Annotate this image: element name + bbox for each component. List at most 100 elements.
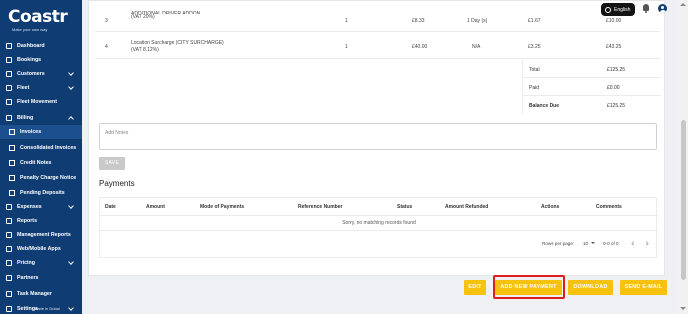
edit-button[interactable]: EDIT	[464, 280, 486, 295]
rows-per-page-select[interactable]: 10	[583, 241, 588, 246]
bell-icon[interactable]	[642, 4, 650, 13]
dashboard-icon	[5, 43, 12, 50]
invoices-icon	[8, 129, 15, 136]
sidebar-item-label: Fleet	[17, 85, 30, 91]
sidebar-item-pending-deposits[interactable]: Pending Deposits	[0, 186, 82, 200]
pricing-icon	[5, 260, 12, 267]
sidebar: Coastr Make your own way Dashboard Booki…	[0, 0, 82, 314]
task-manager-icon	[5, 291, 12, 298]
bookings-icon	[5, 57, 12, 64]
sidebar-item-partners[interactable]: Partners	[0, 271, 82, 285]
sidebar-item-web-mobile-apps[interactable]: Web/Mobile Apps	[0, 242, 82, 256]
divider	[100, 230, 658, 231]
line-desc-title: Location Surcharge (CITY SURCHARGE)	[131, 40, 224, 46]
sidebar-item-reports[interactable]: Reports	[0, 214, 82, 228]
sidebar-item-label: Billing	[17, 115, 34, 121]
column-header[interactable]: Amount	[146, 204, 165, 210]
sidebar-item-dashboard[interactable]: Dashboard	[0, 39, 82, 53]
sidebar-item-label: Expenses	[17, 204, 42, 210]
sidebar-item-label: Consolidated Invoices	[20, 145, 77, 151]
language-selector[interactable]: English	[601, 3, 635, 16]
fleet-movement-icon	[5, 99, 12, 106]
pagination-range: 0-0 of 0	[603, 241, 619, 246]
column-header[interactable]: Date	[105, 204, 116, 210]
total-row: Total £125.25	[523, 60, 661, 78]
sidebar-item-fleet-movement[interactable]: Fleet Movement	[0, 95, 82, 109]
notes-input[interactable]: Add Notes	[99, 123, 657, 150]
sidebar-item-task-manager[interactable]: Task Manager	[0, 287, 82, 301]
line-tax: £3.25	[528, 44, 541, 50]
brand-tagline: Make your own way	[12, 27, 48, 32]
line-duration: N/A	[472, 44, 481, 50]
line-qty: 1	[345, 44, 348, 50]
save-button[interactable]: SAVE	[99, 157, 125, 170]
balance-due-value: £125.25	[607, 103, 626, 109]
column-header[interactable]: Comments	[596, 204, 622, 210]
download-button[interactable]: DOWNLOAD	[568, 280, 613, 295]
sidebar-item-fleet[interactable]: Fleet	[0, 81, 82, 95]
caret-down-icon[interactable]	[591, 242, 595, 244]
brand-logo[interactable]: Coastr Make your own way	[8, 9, 68, 33]
user-avatar-icon[interactable]	[658, 4, 667, 13]
line-no: 3	[105, 18, 108, 24]
credit-notes-icon	[8, 160, 15, 167]
sidebar-item-customers[interactable]: Customers	[0, 67, 82, 81]
balance-due-label: Balance Due	[529, 103, 560, 109]
chevron-down-icon	[68, 70, 74, 76]
line-description: Location Surcharge (CITY SURCHARGE) (VAT…	[131, 40, 224, 54]
customers-icon	[5, 71, 12, 78]
chevron-down-icon	[68, 203, 74, 209]
sidebar-item-label: Web/Mobile Apps	[17, 246, 61, 252]
language-label: English	[614, 6, 631, 13]
column-header[interactable]: Mode of Payments	[200, 204, 244, 210]
chevron-right-icon[interactable]	[644, 241, 649, 246]
rows-per-page-label: Rows per page:	[542, 241, 575, 246]
sidebar-item-expenses[interactable]: Expenses	[0, 200, 82, 214]
partners-icon	[5, 275, 12, 282]
chevron-left-icon[interactable]	[631, 241, 636, 246]
column-header[interactable]: Amount Refunded	[445, 204, 488, 210]
chevron-up-icon	[68, 116, 74, 122]
scrollbar-thumb[interactable]	[681, 120, 686, 280]
sidebar-item-management-reports[interactable]: Management Reports	[0, 228, 82, 242]
sidebar-item-label: Dashboard	[17, 43, 45, 49]
sidebar-item-label: Penalty Charge Notice	[20, 175, 77, 181]
sidebar-item-billing[interactable]: Billing	[0, 111, 82, 125]
scroll-up-arrow-icon[interactable]	[680, 3, 686, 6]
penalty-charge-icon	[8, 175, 15, 182]
line-no: 4	[105, 44, 108, 50]
paid-row: Paid £0.00	[523, 78, 661, 96]
column-header[interactable]: Status	[397, 204, 412, 210]
highlight-box	[493, 275, 565, 299]
sidebar-item-pricing[interactable]: Pricing	[0, 256, 82, 270]
sidebar-item-label: Pending Deposits	[20, 190, 65, 196]
empty-message: Sorry, no matching records found	[342, 220, 416, 226]
main-content: 3 ADDITIONAL DRIVER ADDON (VAT 20%) 1 £8…	[82, 0, 678, 314]
line-desc-vat: (VAT 8.12%)	[131, 47, 159, 53]
divider	[100, 215, 658, 216]
scroll-down-arrow-icon[interactable]	[680, 307, 686, 310]
line-total: £10.00	[606, 18, 622, 24]
send-email-button[interactable]: SEND E-MAIL	[620, 280, 667, 295]
web-mobile-icon	[5, 246, 12, 253]
management-reports-icon	[5, 232, 12, 239]
sidebar-item-penalty-charge-notice[interactable]: Penalty Charge Notice	[0, 171, 82, 185]
sidebar-item-label: Management Reports	[17, 232, 71, 238]
line-desc-vat: (VAT 20%)	[131, 14, 155, 20]
line-tax: £1.67	[528, 18, 541, 24]
sidebar-item-label: Customers	[17, 71, 45, 77]
paid-label: Paid	[529, 85, 540, 91]
sidebar-item-label: Partners	[17, 275, 39, 281]
line-duration: 1 Day (s)	[467, 18, 488, 24]
column-header[interactable]: Actions	[541, 204, 559, 210]
column-header[interactable]: Reference Number	[298, 204, 342, 210]
sidebar-item-bookings[interactable]: Bookings	[0, 53, 82, 67]
line-total: £43.25	[606, 44, 622, 50]
balance-due-row: Balance Due £125.25	[523, 96, 661, 114]
sidebar-item-consolidated-invoices[interactable]: Consolidated Invoices	[0, 141, 82, 155]
chevron-down-icon	[68, 84, 74, 90]
sidebar-item-invoices[interactable]: Invoices	[0, 125, 82, 139]
sidebar-item-credit-notes[interactable]: Credit Notes	[0, 156, 82, 170]
fleet-icon	[5, 85, 12, 92]
sidebar-item-label: Pricing	[17, 260, 35, 266]
